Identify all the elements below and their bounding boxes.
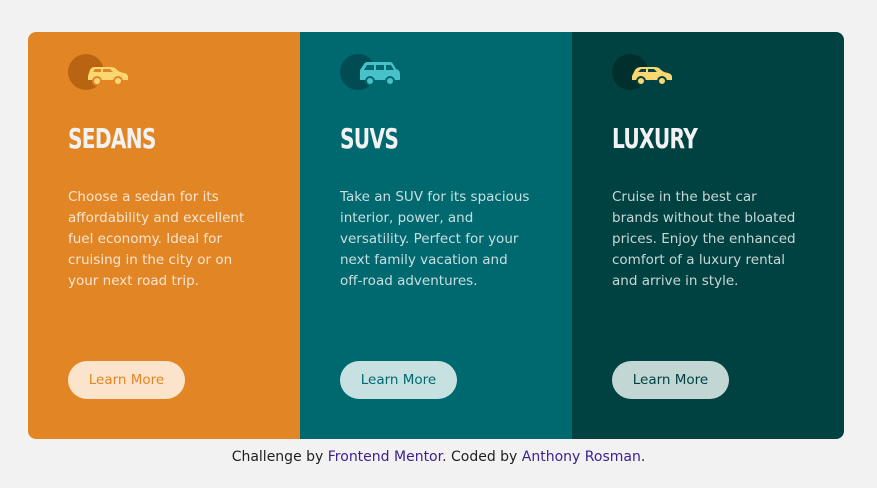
attribution-middle: . Coded by	[442, 449, 522, 465]
learn-more-button[interactable]: Learn More	[612, 361, 729, 399]
card-title: Sedans	[68, 122, 156, 155]
card-title: Luxury	[612, 122, 698, 155]
frontend-mentor-link[interactable]: Frontend Mentor	[328, 449, 442, 465]
attribution: Challenge by Frontend Mentor. Coded by A…	[0, 449, 877, 465]
card-suvs: SUVs Take an SUV for its spacious interi…	[300, 32, 572, 439]
author-link[interactable]: Anthony Rosman	[522, 449, 641, 465]
cards-container: Sedans Choose a sedan for its affordabil…	[28, 32, 844, 439]
attribution-prefix: Challenge by	[231, 449, 328, 465]
learn-more-button[interactable]: Learn More	[340, 361, 457, 399]
card-description: Choose a sedan for its affordability and…	[68, 189, 245, 289]
sedan-car-icon	[68, 52, 132, 92]
learn-more-button[interactable]: Learn More	[68, 361, 185, 399]
attribution-suffix: .	[640, 449, 646, 465]
card-title: SUVs	[340, 122, 399, 155]
luxury-car-icon	[612, 52, 676, 92]
card-luxury: Luxury Cruise in the best car brands wit…	[572, 32, 844, 439]
card-sedans: Sedans Choose a sedan for its affordabil…	[28, 32, 300, 439]
card-description: Take an SUV for its spacious interior, p…	[340, 189, 530, 289]
card-description: Cruise in the best car brands without th…	[612, 189, 796, 289]
suv-car-icon	[340, 52, 404, 92]
